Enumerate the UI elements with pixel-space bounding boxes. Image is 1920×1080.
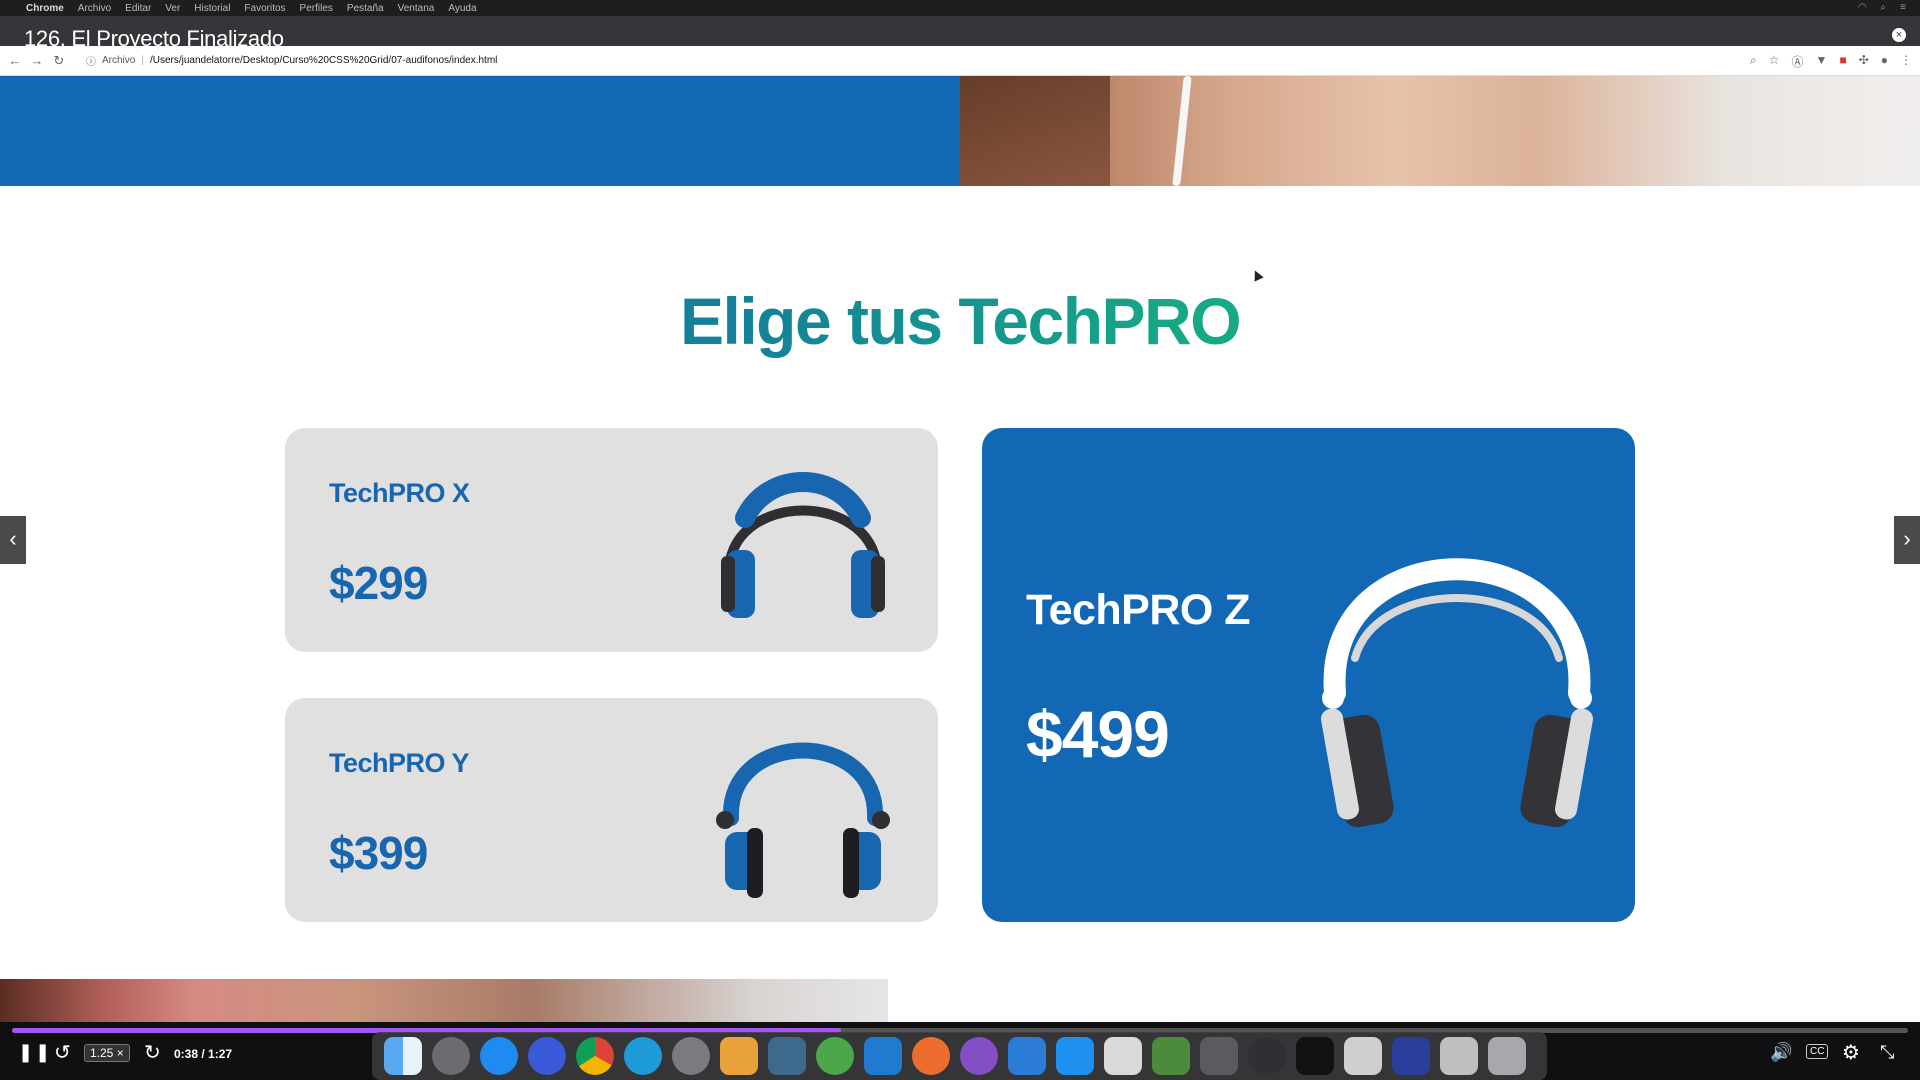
- product-card-y[interactable]: TechPRO Y $399: [285, 698, 938, 922]
- protocol-label: Archivo: [102, 55, 136, 66]
- toolbar-icons: ⌕ ☆ Ⓐ ▼ ■ ✣ ● ⋮: [1750, 53, 1912, 70]
- web-page: Elige tus TechPRO TechPRO X $299 TechPRO…: [0, 76, 1920, 1022]
- forward-icon[interactable]: ↻: [144, 1040, 161, 1065]
- search-icon[interactable]: ⌕: [1881, 2, 1887, 13]
- obs-icon[interactable]: [1248, 1037, 1286, 1075]
- browser-tabbar: [0, 16, 1920, 46]
- final-cut-icon[interactable]: [1200, 1037, 1238, 1075]
- audio-app-icon[interactable]: [1392, 1037, 1430, 1075]
- terminal-icon[interactable]: [1296, 1037, 1334, 1075]
- volume-icon[interactable]: 🔊: [1770, 1042, 1792, 1063]
- finder-icon[interactable]: [384, 1037, 422, 1075]
- android-studio-icon[interactable]: [1152, 1037, 1190, 1075]
- chrome-icon[interactable]: [576, 1037, 614, 1075]
- video-player-bar: ❚❚ ↺ 1.25 × ↻ 0:38 / 1:27 🔊 CC ⚙ ⤡: [0, 1022, 1920, 1080]
- headphones-icon: [1321, 558, 1593, 828]
- product-card-x[interactable]: TechPRO X $299: [285, 428, 938, 652]
- menu-perfiles[interactable]: Perfiles: [300, 3, 333, 14]
- zoom-icon[interactable]: ⌕: [1750, 53, 1757, 70]
- product-price: $499: [1026, 697, 1170, 771]
- chevron-left-icon[interactable]: ‹: [0, 516, 26, 564]
- notes-icon[interactable]: [1344, 1037, 1382, 1075]
- headphones-icon: [721, 472, 885, 618]
- url-field[interactable]: /Users/juandelatorre/Desktop/Curso%20CSS…: [150, 55, 497, 66]
- github-desktop-icon[interactable]: [960, 1037, 998, 1075]
- chevron-right-icon[interactable]: ›: [1894, 516, 1920, 564]
- pause-icon[interactable]: ❚❚: [18, 1042, 52, 1063]
- mysql-workbench-icon[interactable]: [768, 1037, 806, 1075]
- cc-icon[interactable]: CC: [1806, 1044, 1829, 1059]
- fullscreen-exit-icon[interactable]: ⤡: [1880, 1042, 1894, 1063]
- back-arrow-icon[interactable]: ←: [8, 53, 22, 68]
- bottom-photo: [0, 979, 888, 1022]
- forward-arrow-icon[interactable]: →: [30, 53, 44, 68]
- profile-icon[interactable]: ●: [1881, 53, 1888, 70]
- hero-photo-cord: [1172, 76, 1192, 186]
- app-store-icon[interactable]: [1056, 1037, 1094, 1075]
- postman-icon[interactable]: [912, 1037, 950, 1075]
- filter-icon[interactable]: ▼: [1816, 53, 1828, 70]
- wifi-icon[interactable]: ◠: [1858, 2, 1867, 13]
- close-icon[interactable]: ×: [1892, 28, 1906, 42]
- r-app-icon[interactable]: [1104, 1037, 1142, 1075]
- info-icon[interactable]: ⓘ: [86, 53, 96, 68]
- headphones-icon: [716, 742, 890, 898]
- extension-icon[interactable]: ■: [1839, 53, 1846, 70]
- menu-dots-icon[interactable]: ⋮: [1900, 53, 1912, 70]
- replay-icon[interactable]: ↺: [54, 1040, 71, 1065]
- macos-menubar: Chrome Archivo Editar Ver Historial Favo…: [0, 0, 1920, 16]
- xcode-icon[interactable]: [1008, 1037, 1046, 1075]
- translate-icon[interactable]: Ⓐ: [1792, 53, 1804, 70]
- macos-dock: [372, 1032, 1547, 1080]
- gear-icon[interactable]: ⚙: [1842, 1040, 1860, 1065]
- trash-icon[interactable]: [1488, 1037, 1526, 1075]
- menu-chrome[interactable]: Chrome: [26, 3, 64, 14]
- address-bar: ← → ↻ ⓘ Archivo | /Users/juandelatorre/D…: [0, 46, 1920, 76]
- star-icon[interactable]: ☆: [1769, 53, 1780, 70]
- vscode-icon[interactable]: [864, 1037, 902, 1075]
- safari-icon[interactable]: [480, 1037, 518, 1075]
- control-center-icon[interactable]: ≡: [1900, 2, 1906, 13]
- time-display: 0:38 / 1:27: [174, 1047, 233, 1061]
- hero-blue-panel: [0, 76, 960, 186]
- menu-archivo[interactable]: Archivo: [78, 3, 111, 14]
- product-name: TechPRO Z: [1026, 586, 1251, 634]
- playback-speed-button[interactable]: 1.25 ×: [84, 1044, 130, 1062]
- launchpad-icon[interactable]: [432, 1037, 470, 1075]
- firefox-icon[interactable]: [528, 1037, 566, 1075]
- product-card-z[interactable]: TechPRO Z $499: [982, 428, 1635, 922]
- system-preferences-icon[interactable]: [672, 1037, 710, 1075]
- reload-icon[interactable]: ↻: [52, 53, 66, 69]
- product-price: $399: [329, 827, 428, 879]
- section-title: Elige tus TechPRO: [0, 283, 1920, 359]
- mongodb-icon[interactable]: [816, 1037, 854, 1075]
- extensions-icon[interactable]: ✣: [1859, 53, 1869, 70]
- menu-ayuda[interactable]: Ayuda: [448, 3, 476, 14]
- status-icons: ◠ ⌕ ≡: [1858, 2, 1906, 13]
- menu-ventana[interactable]: Ventana: [398, 3, 435, 14]
- hero-photo-hair: [960, 76, 1110, 186]
- url-separator: |: [141, 55, 144, 66]
- product-name: TechPRO Y: [329, 748, 470, 778]
- menu-historial[interactable]: Historial: [194, 3, 230, 14]
- sequel-pro-icon[interactable]: [720, 1037, 758, 1075]
- edge-icon[interactable]: [624, 1037, 662, 1075]
- product-price: $299: [329, 557, 428, 609]
- downloads-icon[interactable]: [1440, 1037, 1478, 1075]
- hero-photo: [960, 76, 1920, 186]
- product-name: TechPRO X: [329, 478, 470, 508]
- menu-editar[interactable]: Editar: [125, 3, 151, 14]
- menu-ver[interactable]: Ver: [165, 3, 180, 14]
- menu-pestana[interactable]: Pestaña: [347, 3, 384, 14]
- menu-favoritos[interactable]: Favoritos: [244, 3, 285, 14]
